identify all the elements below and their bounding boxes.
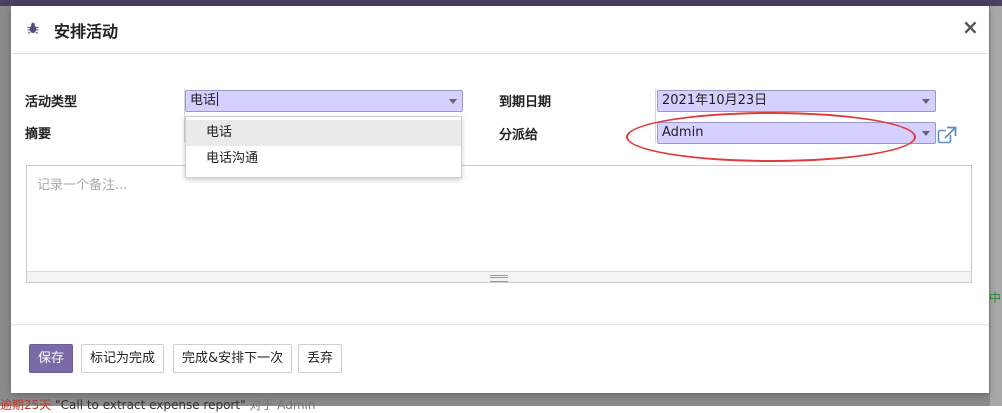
dropdown-option-phone-communication[interactable]: 电话沟通 (186, 146, 461, 172)
dialog-title: 安排活动 (54, 22, 119, 41)
dropdown-option-call[interactable]: 电话 (186, 120, 461, 146)
overdue-text: 逾期25天 (0, 398, 52, 412)
summary-label: 摘要 (25, 127, 52, 142)
assignee-text: 对于 Admin (249, 398, 316, 412)
activity-type-dropdown: 电话 电话沟通 (185, 116, 462, 178)
column-divider-right (655, 89, 656, 143)
save-button[interactable]: 保存 (29, 344, 74, 373)
background-bottom-fragment: 逾期25天 "Call to extract expense report" 对… (0, 396, 315, 413)
due-date-input[interactable]: 2021年10月23日 (657, 90, 936, 112)
grip-icon (490, 275, 508, 282)
due-date-label: 到期日期 (499, 95, 552, 110)
assigned-to-label: 分派给 (499, 128, 539, 143)
due-date-value: 2021年10月23日 (662, 93, 768, 108)
caret-down-icon[interactable] (922, 131, 930, 136)
bug-icon (27, 22, 39, 34)
text-cursor (217, 92, 219, 106)
caret-down-icon[interactable] (449, 99, 457, 104)
background-right-strip (990, 6, 1002, 406)
schedule-activity-dialog: 安排活动 × 活动类型 摘要 电话 到期日期 分派给 2021年10月23日 A… (11, 6, 989, 393)
mark-done-button[interactable]: 标记为完成 (81, 344, 165, 373)
dialog-header: 安排活动 × (11, 6, 989, 54)
caret-down-icon[interactable] (922, 99, 930, 104)
resize-handle[interactable] (27, 271, 971, 282)
assigned-to-value: Admin (662, 125, 704, 140)
close-icon[interactable]: × (962, 15, 979, 39)
activity-type-value: 电话 (190, 93, 217, 108)
activity-type-label: 活动类型 (25, 95, 78, 110)
external-link-icon[interactable] (937, 126, 957, 144)
discard-button[interactable]: 丢弃 (298, 344, 343, 373)
done-schedule-next-button[interactable]: 完成&安排下一次 (173, 344, 293, 373)
assigned-to-select[interactable]: Admin (657, 122, 936, 144)
note-placeholder: 记录一个备注... (37, 178, 128, 193)
note-editor[interactable]: 记录一个备注... (26, 165, 972, 283)
dialog-footer: 保存 标记为完成 完成&安排下一次 丢弃 (11, 324, 989, 394)
activity-type-select[interactable]: 电话 (185, 90, 463, 112)
background-right-fragment: 中 (989, 291, 1002, 305)
activity-text: "Call to extract expense report" (55, 398, 246, 412)
